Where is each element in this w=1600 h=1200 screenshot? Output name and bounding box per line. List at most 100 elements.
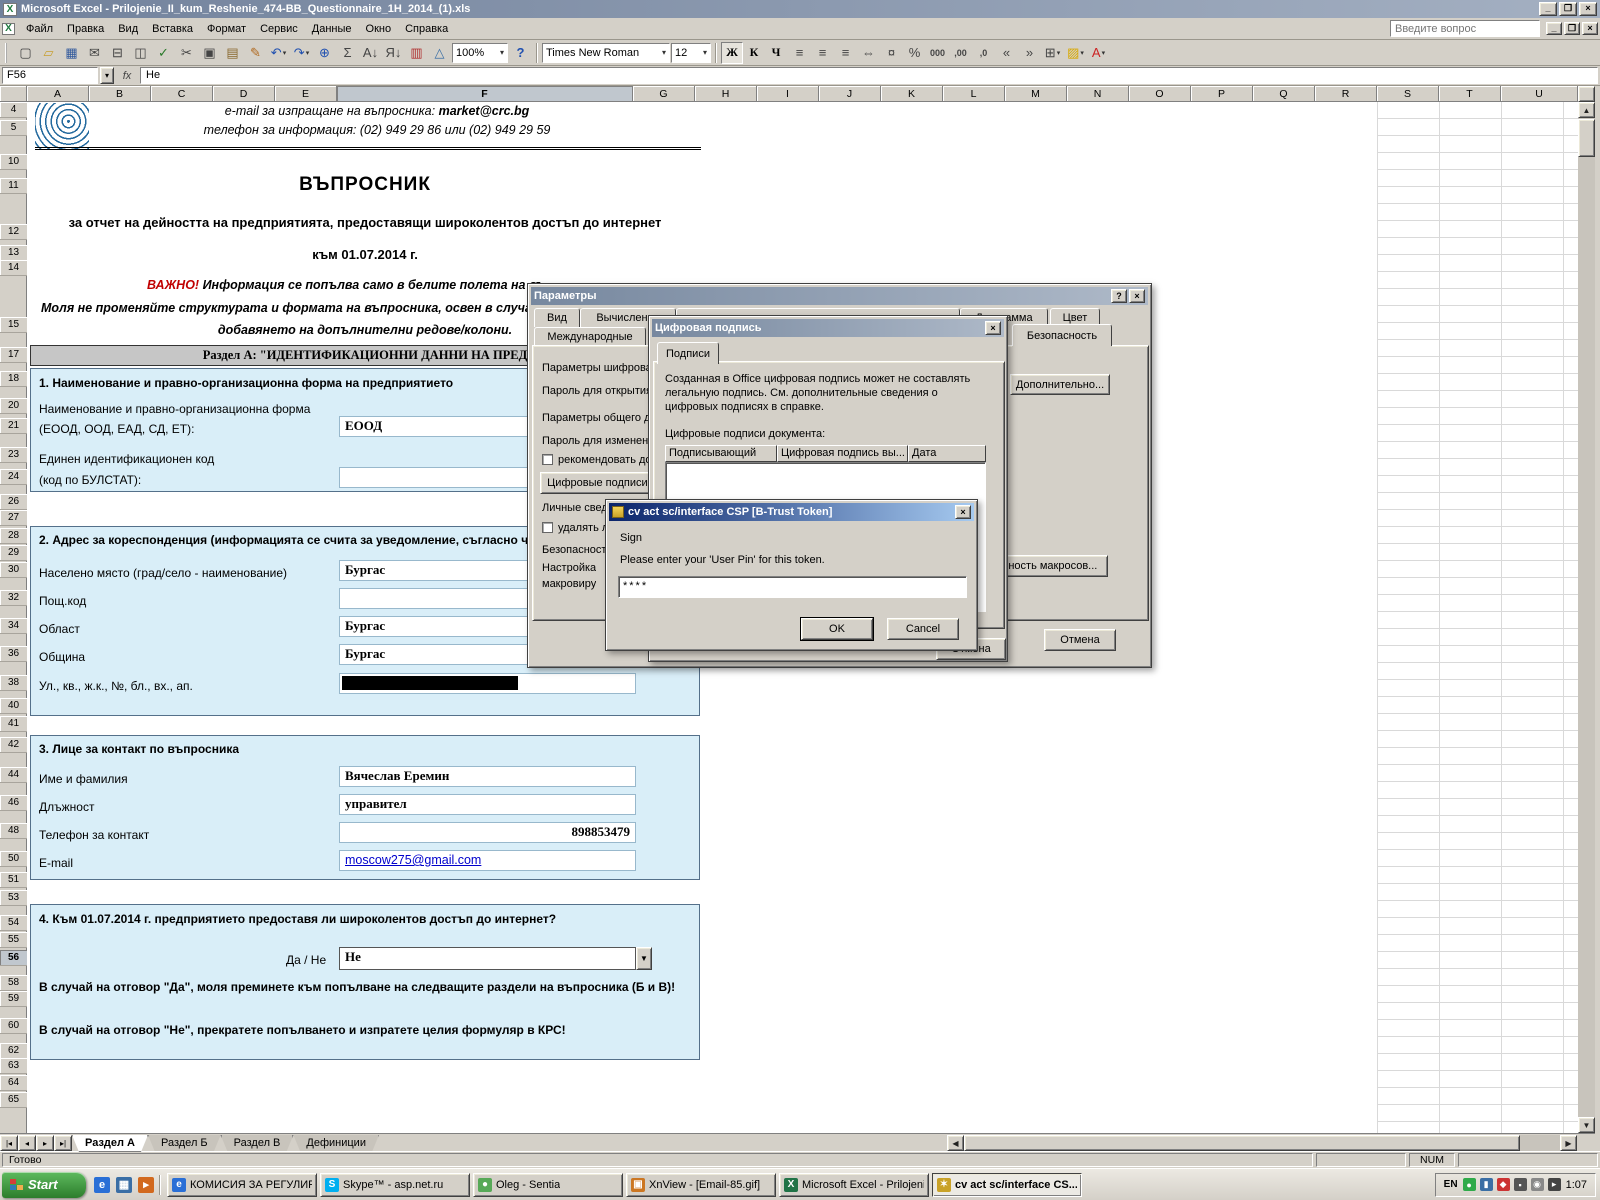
column-header[interactable]: K (881, 86, 943, 102)
row-header[interactable]: 4 (0, 102, 27, 118)
column-header[interactable]: N (1067, 86, 1129, 102)
row-header[interactable]: 53 (0, 890, 27, 906)
question-input[interactable] (1390, 20, 1540, 37)
email-link[interactable]: moscow275@gmail.com (345, 853, 481, 867)
font-color-button[interactable]: А (1087, 42, 1110, 64)
sheet-tab-razdel-b[interactable]: Раздел Б (148, 1135, 221, 1152)
task-ie-komisia[interactable]: e КОМИСИЯ ЗА РЕГУЛИР... (167, 1172, 317, 1197)
row-header[interactable]: 38 (0, 675, 27, 691)
fill-color-button[interactable]: ▨ (1064, 42, 1087, 64)
formula-input[interactable]: Не (140, 67, 1598, 84)
help-button[interactable]: ? (509, 42, 532, 64)
options-help-button[interactable]: ? (1111, 289, 1127, 303)
row-header[interactable]: 27 (0, 510, 27, 526)
row-header[interactable]: 63 (0, 1058, 27, 1074)
row-header[interactable]: 32 (0, 590, 27, 606)
csp-close-button[interactable]: × (955, 505, 971, 519)
options-close-button[interactable]: × (1129, 289, 1145, 303)
chart-wizard-button[interactable]: ▥ (405, 42, 428, 64)
sheet-tab-razdel-v[interactable]: Раздел В (221, 1135, 294, 1152)
column-header[interactable]: H (695, 86, 757, 102)
increase-indent-button[interactable]: » (1018, 42, 1041, 64)
zoom-combo[interactable]: 100% (452, 42, 508, 63)
tab-security[interactable]: Безопасность (1012, 324, 1112, 346)
email-button[interactable]: ✉ (83, 42, 106, 64)
row-header[interactable]: 26 (0, 494, 27, 510)
drawing-button[interactable]: △ (428, 42, 451, 64)
row-header[interactable]: 29 (0, 545, 27, 561)
column-header[interactable]: R (1315, 86, 1377, 102)
workbook-minimize-button[interactable]: _ (1546, 22, 1562, 35)
menu-window[interactable]: Окно (359, 20, 399, 38)
quicklaunch-ie-icon[interactable]: e (92, 1175, 112, 1195)
tray-icon-app[interactable]: ▪ (1513, 1178, 1527, 1191)
column-header[interactable]: I (757, 86, 819, 102)
name-box-dropdown-icon[interactable]: ▾ (100, 67, 114, 84)
menu-format[interactable]: Формат (200, 20, 253, 38)
street-cell[interactable] (339, 673, 636, 694)
row-header[interactable]: 28 (0, 528, 27, 544)
print-button[interactable]: ⊟ (106, 42, 129, 64)
quicklaunch-desktop-icon[interactable]: ▦ (114, 1175, 134, 1195)
column-header[interactable]: F (337, 86, 633, 102)
signature-column-header[interactable]: Цифровая подпись вы... (777, 445, 908, 462)
align-left-button[interactable]: ≡ (788, 42, 811, 64)
task-oleg-sentia[interactable]: ● Oleg - Sentia (473, 1172, 623, 1197)
signature-column-header[interactable]: Дата (908, 445, 986, 462)
row-header[interactable]: 5 (0, 120, 27, 136)
column-header[interactable]: M (1005, 86, 1067, 102)
bold-button[interactable]: Ж (721, 41, 743, 64)
decrease-decimal-button[interactable]: ,0 (972, 42, 995, 64)
name-box[interactable]: F56 (2, 67, 98, 84)
row-header[interactable]: 48 (0, 823, 27, 839)
column-header[interactable]: P (1191, 86, 1253, 102)
sheet-tab-definicii[interactable]: Дефиниции (293, 1135, 379, 1152)
yesno-dropdown-icon[interactable]: ▼ (636, 947, 652, 970)
column-header[interactable]: B (89, 86, 151, 102)
row-header[interactable]: 24 (0, 469, 27, 485)
close-button[interactable]: × (1579, 2, 1597, 16)
insert-function-icon[interactable]: fx (116, 70, 138, 82)
hscroll-left-icon[interactable]: ◀ (947, 1135, 964, 1151)
percent-button[interactable]: % (903, 42, 926, 64)
tray-icon-volume[interactable]: ▸ (1547, 1178, 1561, 1191)
privacy-checkbox[interactable] (542, 522, 553, 533)
currency-button[interactable]: ¤ (880, 42, 903, 64)
yesno-cell[interactable]: Не (339, 947, 636, 970)
contact-name-cell[interactable]: Вячеслав Еремин (339, 766, 636, 787)
menu-edit[interactable]: Правка (60, 20, 111, 38)
row-header[interactable]: 59 (0, 991, 27, 1007)
advanced-button[interactable]: Дополнительно... (1010, 374, 1110, 395)
column-header[interactable]: C (151, 86, 213, 102)
column-header[interactable]: J (819, 86, 881, 102)
comma-style-button[interactable]: 000 (926, 42, 949, 64)
format-painter-button[interactable]: ✎ (244, 42, 267, 64)
column-header[interactable]: A (27, 86, 89, 102)
tray-icon-network[interactable]: ◉ (1530, 1178, 1544, 1191)
decrease-indent-button[interactable]: « (995, 42, 1018, 64)
menu-insert[interactable]: Вставка (145, 20, 200, 38)
new-file-button[interactable]: ▢ (14, 42, 37, 64)
signature-column-header[interactable]: Подписывающий (665, 445, 777, 462)
task-skype[interactable]: S Skype™ - asp.net.ru (320, 1172, 470, 1197)
hscroll-right-icon[interactable]: ▶ (1560, 1135, 1577, 1151)
column-header[interactable]: Q (1253, 86, 1315, 102)
open-button[interactable]: ▱ (37, 42, 60, 64)
font-size-combo[interactable]: 12 (671, 42, 711, 63)
row-header[interactable]: 64 (0, 1075, 27, 1091)
menu-tools[interactable]: Сервис (253, 20, 305, 38)
tab-vid[interactable]: Вид (534, 308, 580, 327)
tray-icon-card[interactable]: ▮ (1479, 1178, 1493, 1191)
row-header[interactable]: 11 (0, 178, 27, 194)
task-csp[interactable]: ✶ cv act sc/interface CS... (932, 1172, 1082, 1197)
align-right-button[interactable]: ≡ (834, 42, 857, 64)
italic-button[interactable]: К (743, 42, 765, 64)
select-all-corner[interactable] (0, 86, 27, 102)
signatures-tab[interactable]: Подписи (657, 342, 719, 364)
tab-first-button[interactable]: |◂ (0, 1135, 18, 1151)
merge-center-button[interactable]: ⇔ (857, 42, 880, 64)
contact-phone-cell[interactable]: 898853479 (339, 822, 636, 843)
vertical-scrollbar[interactable]: ▲ ▼ (1578, 102, 1595, 1133)
options-cancel-button[interactable]: Отмена (1044, 629, 1116, 651)
row-header[interactable]: 42 (0, 737, 27, 753)
